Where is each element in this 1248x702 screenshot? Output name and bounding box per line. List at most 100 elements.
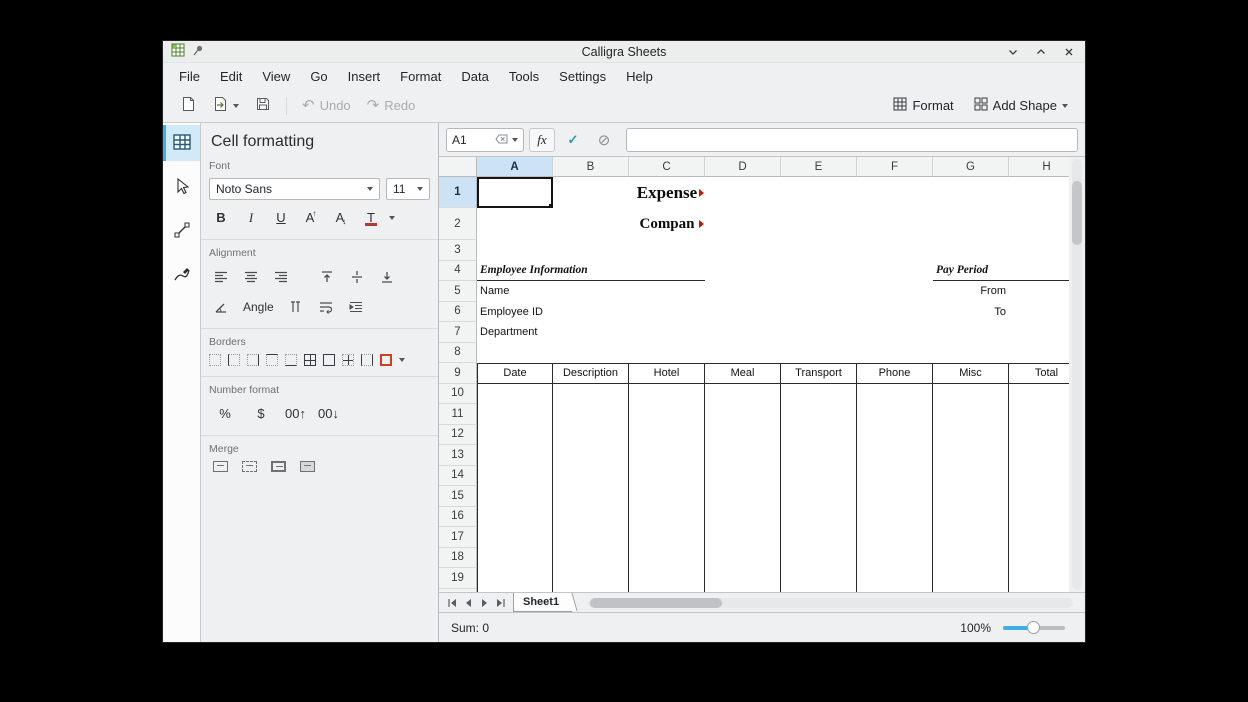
vertical-text-button[interactable]: [284, 295, 308, 318]
cell-D12[interactable]: [705, 425, 781, 446]
menu-file[interactable]: File: [169, 66, 210, 87]
cell-C2[interactable]: Compan: [629, 208, 705, 240]
cell-C15[interactable]: [629, 486, 705, 507]
border-top-button[interactable]: [266, 354, 278, 366]
cell-A13[interactable]: [477, 445, 553, 466]
cell-A6[interactable]: Employee ID: [477, 302, 553, 323]
cell-A4[interactable]: Employee Information: [477, 261, 553, 282]
cell-D6[interactable]: [705, 302, 781, 323]
menu-data[interactable]: Data: [451, 66, 498, 87]
cell-C10[interactable]: [629, 384, 705, 405]
cell-E5[interactable]: [781, 281, 857, 302]
cell-B1[interactable]: [553, 177, 629, 208]
cell-B17[interactable]: [553, 527, 629, 548]
merge-horizontal-button[interactable]: [242, 461, 257, 472]
cell-B2[interactable]: [553, 208, 629, 240]
cell-D1[interactable]: [705, 177, 781, 208]
cell-G13[interactable]: [933, 445, 1009, 466]
indent-more-button[interactable]: [344, 295, 368, 318]
border-all-button[interactable]: [304, 354, 316, 366]
cell-C17[interactable]: [629, 527, 705, 548]
cell-C5[interactable]: [629, 281, 705, 302]
cell-H7[interactable]: [1009, 322, 1069, 343]
cell-A9[interactable]: Date: [477, 363, 553, 384]
cell-D14[interactable]: [705, 466, 781, 487]
cell-B15[interactable]: [553, 486, 629, 507]
cell-G2[interactable]: [933, 208, 1009, 240]
cell-D10[interactable]: [705, 384, 781, 405]
cell-E11[interactable]: [781, 404, 857, 425]
decrease-precision-button[interactable]: 00↓: [318, 406, 339, 421]
cell-F6[interactable]: [857, 302, 933, 323]
cell-C4[interactable]: [629, 261, 705, 282]
titlebar[interactable]: Calligra Sheets: [163, 41, 1085, 63]
cell-H20[interactable]: [1009, 589, 1069, 593]
row-header-12[interactable]: 12: [439, 425, 477, 446]
cell-E1[interactable]: [781, 177, 857, 208]
border-color-swatch[interactable]: [380, 354, 392, 366]
align-center-button[interactable]: [239, 265, 263, 288]
format-button[interactable]: Format: [886, 93, 960, 118]
cell-B13[interactable]: [553, 445, 629, 466]
cell-C16[interactable]: [629, 507, 705, 528]
row-header-15[interactable]: 15: [439, 486, 477, 507]
cell-B8[interactable]: [553, 343, 629, 364]
cell-H11[interactable]: [1009, 404, 1069, 425]
next-sheet-icon[interactable]: [478, 596, 491, 610]
first-sheet-icon[interactable]: [446, 596, 459, 610]
cell-D5[interactable]: [705, 281, 781, 302]
cell-A16[interactable]: [477, 507, 553, 528]
cell-B16[interactable]: [553, 507, 629, 528]
cell-C14[interactable]: [629, 466, 705, 487]
cell-E3[interactable]: [781, 240, 857, 261]
cell-H5[interactable]: [1009, 281, 1069, 302]
last-sheet-icon[interactable]: [494, 596, 507, 610]
row-header-7[interactable]: 7: [439, 322, 477, 343]
menu-tools[interactable]: Tools: [499, 66, 549, 87]
cell-E19[interactable]: [781, 568, 857, 589]
cell-H3[interactable]: [1009, 240, 1069, 261]
cancel-button[interactable]: ⊘: [591, 128, 617, 152]
cell-B19[interactable]: [553, 568, 629, 589]
row-header-9[interactable]: 9: [439, 363, 477, 384]
cell-A10[interactable]: [477, 384, 553, 405]
cell-B6[interactable]: [553, 302, 629, 323]
cell-C8[interactable]: [629, 343, 705, 364]
menu-settings[interactable]: Settings: [549, 66, 616, 87]
cell-D2[interactable]: [705, 208, 781, 240]
cell-D8[interactable]: [705, 343, 781, 364]
shrink-font-button[interactable]: A↓: [329, 206, 353, 229]
cell-E8[interactable]: [781, 343, 857, 364]
row-header-14[interactable]: 14: [439, 466, 477, 487]
cell-D17[interactable]: [705, 527, 781, 548]
cell-C1[interactable]: Expense: [629, 177, 705, 208]
cell-H13[interactable]: [1009, 445, 1069, 466]
horizontal-scrollbar-thumb[interactable]: [590, 598, 722, 608]
cell-G1[interactable]: [933, 177, 1009, 208]
cell-C19[interactable]: [629, 568, 705, 589]
align-right-button[interactable]: [269, 265, 293, 288]
cell-E2[interactable]: [781, 208, 857, 240]
cell-F5[interactable]: [857, 281, 933, 302]
cell-A18[interactable]: [477, 548, 553, 569]
cell-E16[interactable]: [781, 507, 857, 528]
cell-F3[interactable]: [857, 240, 933, 261]
cell-C13[interactable]: [629, 445, 705, 466]
cell-A7[interactable]: Department: [477, 322, 553, 343]
undo-button[interactable]: ↶ Undo: [295, 94, 358, 117]
cell-G8[interactable]: [933, 343, 1009, 364]
horizontal-scrollbar[interactable]: [588, 598, 1073, 608]
cell-E10[interactable]: [781, 384, 857, 405]
border-bottom-button[interactable]: [285, 354, 297, 366]
cell-F4[interactable]: [857, 261, 933, 282]
cell-E17[interactable]: [781, 527, 857, 548]
cell-G16[interactable]: [933, 507, 1009, 528]
cell-D16[interactable]: [705, 507, 781, 528]
cell-E15[interactable]: [781, 486, 857, 507]
cell-D13[interactable]: [705, 445, 781, 466]
cell-H17[interactable]: [1009, 527, 1069, 548]
cell-F11[interactable]: [857, 404, 933, 425]
cell-D7[interactable]: [705, 322, 781, 343]
cell-H16[interactable]: [1009, 507, 1069, 528]
cell-F10[interactable]: [857, 384, 933, 405]
